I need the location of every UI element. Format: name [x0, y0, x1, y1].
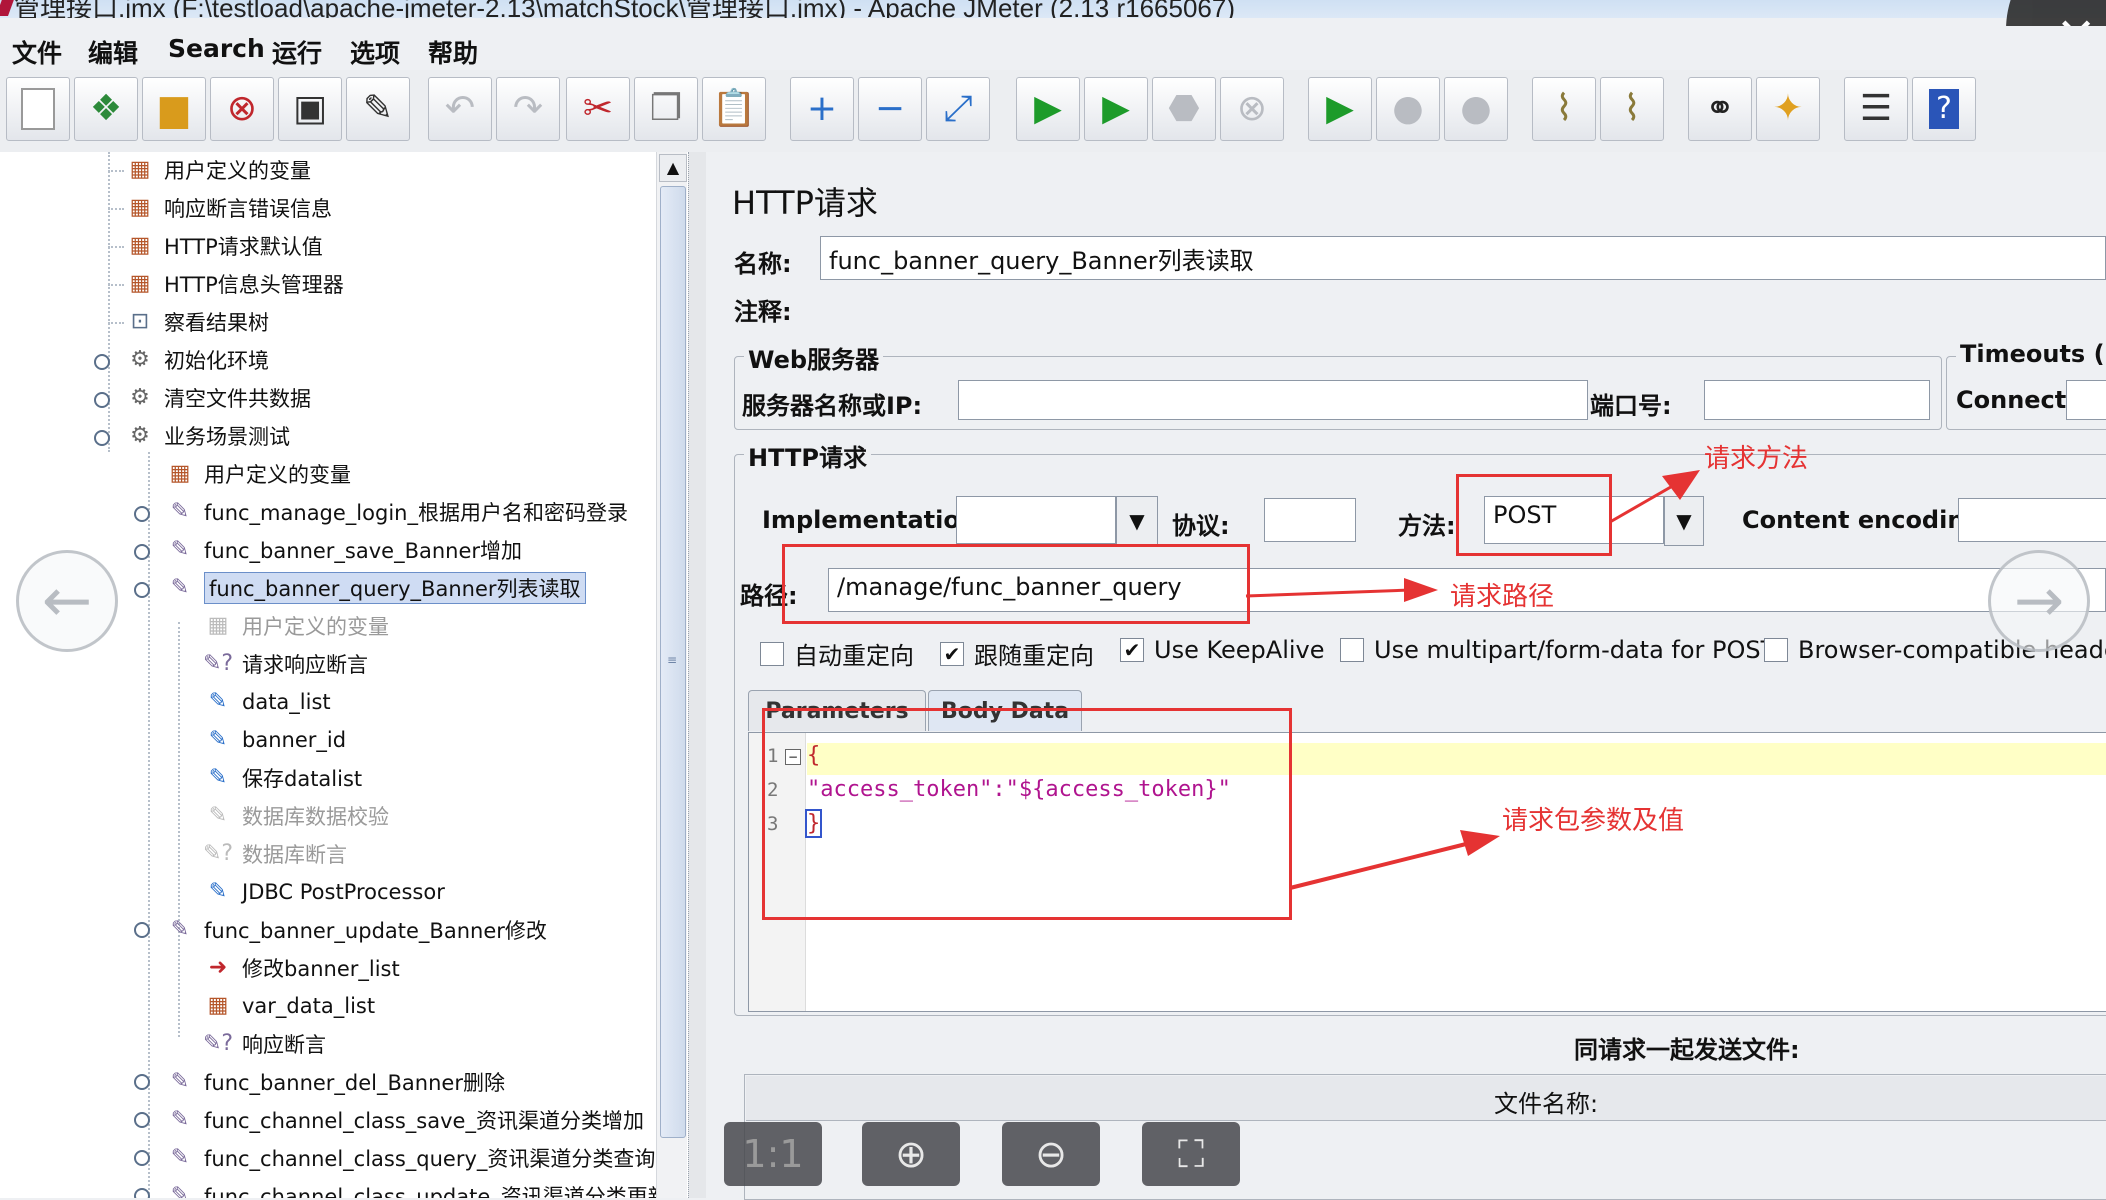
- arrow-left-icon: ←: [41, 566, 93, 636]
- fit-screen-icon: ⛶: [1177, 1132, 1205, 1176]
- zoom-in-button[interactable]: ⊕: [862, 1122, 960, 1186]
- zoom-in-icon: ⊕: [895, 1132, 927, 1176]
- annotation-arrows: [1245, 470, 1700, 890]
- fit-screen-button[interactable]: ⛶: [1142, 1122, 1240, 1186]
- annotation-body: 请求包参数及值: [1502, 806, 1685, 836]
- actual-size-button[interactable]: 1:1: [724, 1122, 822, 1186]
- annotation-path: 请求路径: [1450, 582, 1555, 612]
- arrow-right-icon: →: [2013, 566, 2065, 636]
- previous-image-button[interactable]: ←: [16, 550, 118, 652]
- annotation-method: 请求方法: [1704, 444, 1809, 474]
- zoom-out-button[interactable]: ⊖: [1002, 1122, 1100, 1186]
- next-image-button[interactable]: →: [1988, 550, 2090, 652]
- zoom-out-icon: ⊖: [1035, 1132, 1067, 1176]
